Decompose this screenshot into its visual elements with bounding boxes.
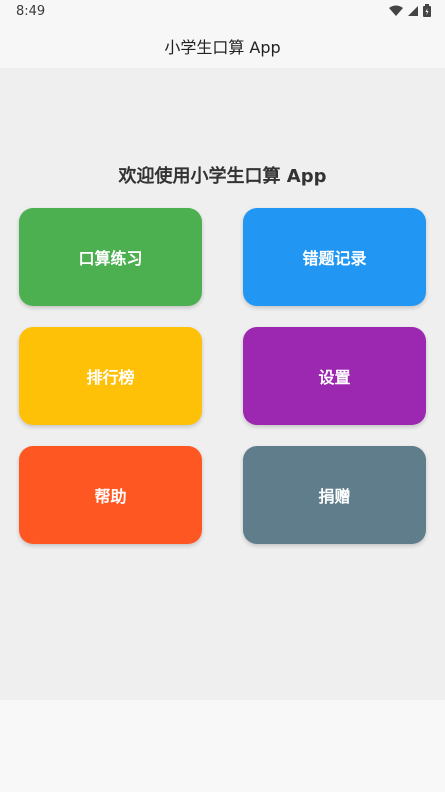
leaderboard-button[interactable]: 排行榜 <box>19 327 202 425</box>
donate-button[interactable]: 捐赠 <box>243 446 426 544</box>
help-label: 帮助 <box>94 487 127 506</box>
mistake-record-button[interactable]: 错题记录 <box>243 208 426 306</box>
leaderboard-label: 排行榜 <box>86 368 135 387</box>
oral-practice-label: 口算练习 <box>78 249 143 268</box>
status-bar: 8:49 <box>0 0 445 24</box>
battery-icon <box>423 4 431 17</box>
oral-practice-button[interactable]: 口算练习 <box>19 208 202 306</box>
app-title: 小学生口算 App <box>164 38 281 57</box>
cellular-signal-icon <box>407 5 419 17</box>
wifi-icon <box>389 5 403 17</box>
settings-button[interactable]: 设置 <box>243 327 426 425</box>
welcome-heading: 欢迎使用小学生口算 App <box>118 166 327 187</box>
background-lower <box>0 700 445 792</box>
donate-label: 捐赠 <box>318 487 351 506</box>
app-bar: 小学生口算 App <box>0 24 445 68</box>
status-time: 8:49 <box>16 4 46 19</box>
mistake-record-label: 错题记录 <box>302 249 367 268</box>
settings-label: 设置 <box>318 368 351 387</box>
status-icons <box>389 4 431 17</box>
help-button[interactable]: 帮助 <box>19 446 202 544</box>
